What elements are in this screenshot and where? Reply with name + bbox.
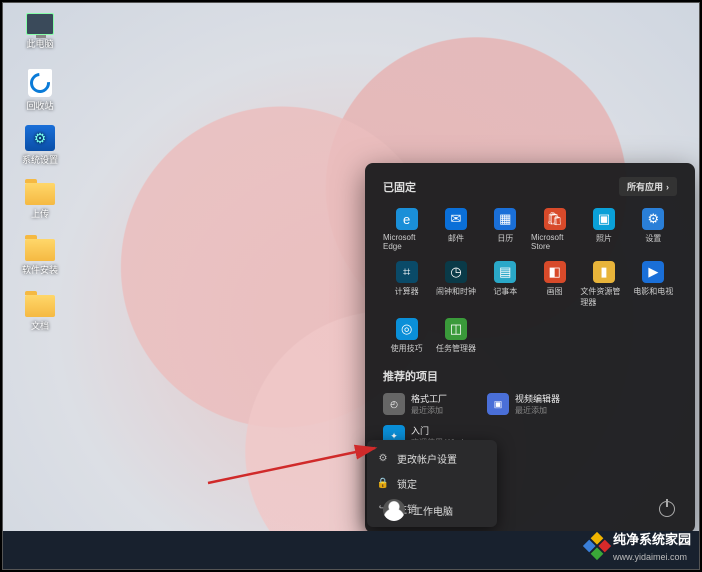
pinned-edge[interactable]: e Microsoft Edge — [383, 206, 430, 253]
pinned-label: 记事本 — [493, 286, 517, 297]
edge-icon: e — [396, 208, 418, 230]
folder-2-icon — [25, 239, 55, 261]
movies-icon: ▶ — [642, 261, 664, 283]
store-icon: 🛍 — [544, 208, 566, 230]
lock-button[interactable]: 🔒 锁定 — [367, 471, 497, 496]
pinned-label: 计算器 — [395, 286, 419, 297]
pinned-mail[interactable]: ✉ 邮件 — [432, 206, 479, 253]
start-menu: 已固定 所有应用 › e Microsoft Edge ✉ 邮件 ▦ 日历 🛍 Microso… — [365, 163, 695, 533]
folder-1-icon — [25, 183, 55, 205]
mail-icon: ✉ — [445, 208, 467, 230]
pinned-tips[interactable]: ◎ 使用技巧 — [383, 316, 430, 356]
pinned-photos[interactable]: ▣ 照片 — [580, 206, 627, 253]
desktop-icon-label: 上传 — [15, 207, 65, 220]
watermark: 纯净系统家园 www.yidaimei.com — [587, 529, 691, 563]
user-account-button[interactable]: 工作电脑 — [383, 499, 453, 521]
notepad-icon: ▤ — [494, 261, 516, 283]
taskmgr-icon: ◫ — [445, 318, 467, 340]
desktop-icon-folder-2[interactable]: 软件安装 — [15, 239, 65, 276]
pinned-label: Microsoft Store — [531, 233, 578, 251]
photos-icon: ▣ — [593, 208, 615, 230]
recommended-sub: 最近添加 — [515, 405, 560, 416]
recommended-format-factory[interactable]: ◴ 格式工厂最近添加 — [383, 392, 447, 416]
recommended-title: 格式工厂 — [411, 392, 447, 405]
pinned-label: 画图 — [547, 286, 563, 297]
pinned-label: 使用技巧 — [391, 343, 423, 354]
recommended-header: 推荐的项目 — [383, 368, 677, 384]
avatar-icon — [383, 499, 405, 521]
pinned-clock[interactable]: ◷ 闹钟和时钟 — [432, 259, 479, 310]
system-settings-icon: ⚙ — [25, 125, 55, 151]
pinned-store[interactable]: 🛍 Microsoft Store — [531, 206, 578, 253]
pinned-calendar[interactable]: ▦ 日历 — [482, 206, 529, 253]
change-account-settings[interactable]: ⚙ 更改帐户设置 — [367, 446, 497, 471]
all-apps-button[interactable]: 所有应用 › — [619, 177, 677, 196]
pinned-explorer[interactable]: ▮ 文件资源管理器 — [580, 259, 627, 310]
desktop-icon-label: 文档 — [15, 319, 65, 332]
this-pc-icon — [26, 13, 54, 35]
desktop-icon-folder-3[interactable]: 文档 — [15, 295, 65, 332]
format-factory-icon: ◴ — [383, 393, 405, 415]
desktop-icon-this-pc[interactable]: 此电脑 — [15, 13, 65, 50]
desktop-icon-label: 系统设置 — [15, 153, 65, 166]
recommended-video-editor[interactable]: ▣ 视频编辑器最近添加 — [487, 392, 560, 416]
chevron-right-icon: › — [666, 182, 669, 192]
desktop-icon-label: 软件安装 — [15, 263, 65, 276]
folder-3-icon — [25, 295, 55, 317]
pinned-label: 邮件 — [448, 233, 464, 244]
recommended-title: 入门 — [411, 424, 478, 437]
recycle-bin-icon — [28, 69, 52, 97]
desktop-icon-label: 此电脑 — [15, 37, 65, 50]
clock-icon: ◷ — [445, 261, 467, 283]
pinned-label: 照片 — [596, 233, 612, 244]
pinned-label: 电影和电视 — [633, 286, 673, 297]
pinned-label: 设置 — [645, 233, 661, 244]
pinned-paint[interactable]: ◧ 画图 — [531, 259, 578, 310]
pinned-label: 文件资源管理器 — [580, 286, 627, 308]
explorer-icon: ▮ — [593, 261, 615, 283]
pinned-calculator[interactable]: ⌗ 计算器 — [383, 259, 430, 310]
pinned-label: 闹钟和时钟 — [436, 286, 476, 297]
pinned-label: Microsoft Edge — [383, 233, 430, 251]
pinned-header: 已固定 — [383, 179, 416, 195]
desktop-icon-system-settings[interactable]: ⚙ 系统设置 — [15, 125, 65, 166]
pinned-notepad[interactable]: ▤ 记事本 — [482, 259, 529, 310]
recommended-sub: 最近添加 — [411, 405, 447, 416]
video-editor-icon: ▣ — [487, 393, 509, 415]
pinned-settings[interactable]: ⚙ 设置 — [630, 206, 677, 253]
user-settings-icon: ⚙ — [377, 453, 389, 465]
recommended-title: 视频编辑器 — [515, 392, 560, 405]
tips-icon: ◎ — [396, 318, 418, 340]
lock-icon: 🔒 — [377, 478, 389, 490]
paint-icon: ◧ — [544, 261, 566, 283]
settings-icon: ⚙ — [642, 208, 664, 230]
pinned-label: 任务管理器 — [436, 343, 476, 354]
calendar-icon: ▦ — [494, 208, 516, 230]
pinned-movies[interactable]: ▶ 电影和电视 — [630, 259, 677, 310]
desktop-icon-folder-1[interactable]: 上传 — [15, 183, 65, 220]
watermark-logo-icon — [583, 532, 611, 560]
pinned-label: 日历 — [497, 233, 513, 244]
desktop[interactable]: 此电脑回收站 ⚙ 系统设置上传软件安装文档 已固定 所有应用 › e Microsof… — [3, 3, 699, 531]
power-button[interactable] — [659, 501, 675, 517]
desktop-icon-recycle-bin[interactable]: 回收站 — [15, 69, 65, 112]
pinned-taskmgr[interactable]: ◫ 任务管理器 — [432, 316, 479, 356]
desktop-icon-label: 回收站 — [15, 99, 65, 112]
calculator-icon: ⌗ — [396, 261, 418, 283]
